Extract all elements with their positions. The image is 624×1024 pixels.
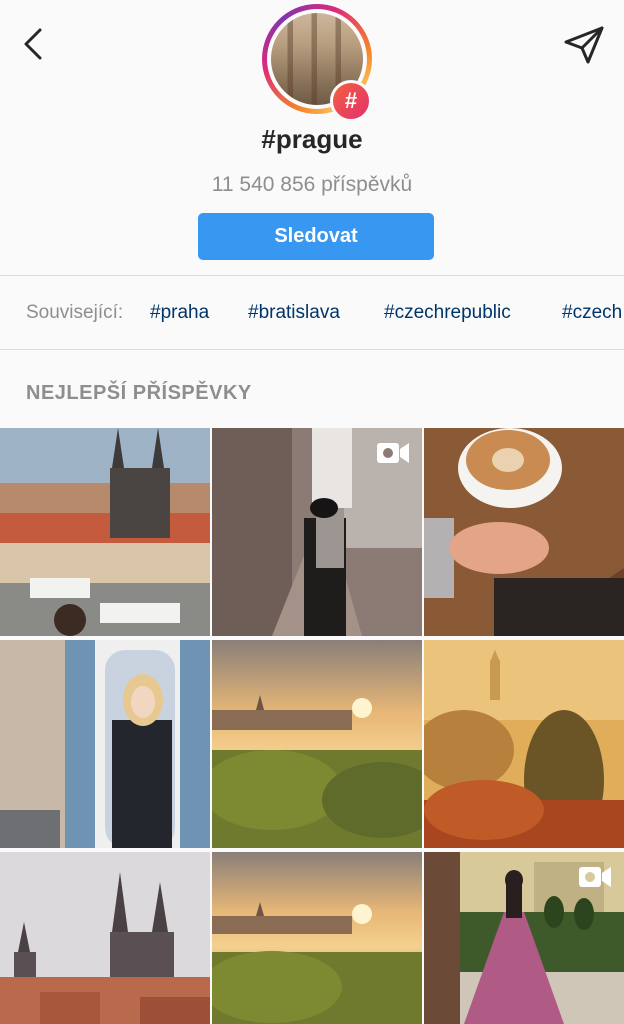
- send-button[interactable]: [560, 22, 608, 66]
- related-tag-czechrepublic[interactable]: #czechrepublic: [384, 302, 511, 324]
- post-image-striped-doorway: [0, 640, 210, 848]
- back-button[interactable]: [18, 24, 54, 64]
- related-tag-czech[interactable]: #czech: [562, 302, 622, 324]
- follow-button[interactable]: Sledovat: [198, 213, 434, 260]
- post-tile[interactable]: [0, 852, 210, 1024]
- post-tile[interactable]: [424, 852, 624, 1024]
- post-tile[interactable]: [424, 428, 624, 636]
- video-camera-icon: [579, 867, 611, 887]
- divider: [0, 349, 624, 350]
- hashtag-badge: #: [330, 80, 372, 122]
- related-tag-bratislava[interactable]: #bratislava: [248, 302, 340, 324]
- post-image-tyn-church-skyline: [0, 852, 210, 1024]
- post-tile[interactable]: [0, 640, 210, 848]
- back-arrow-icon: [24, 28, 42, 60]
- video-camera-icon: [377, 443, 409, 463]
- post-image-castle-sunrise-2: [212, 852, 422, 1024]
- post-tile[interactable]: [212, 640, 422, 848]
- related-label: Související:: [26, 302, 124, 323]
- divider: [0, 275, 624, 276]
- hashtag-title: #prague: [261, 124, 363, 154]
- post-image-old-town-square: [0, 428, 210, 636]
- post-tile[interactable]: [424, 640, 624, 848]
- post-image-misty-trees: [424, 640, 624, 848]
- post-image-latte: [424, 428, 624, 636]
- hashtag-header: # #prague 11 540 856 příspěvků Sledovat: [0, 0, 624, 275]
- post-tile[interactable]: [212, 428, 422, 636]
- post-tile[interactable]: [0, 428, 210, 636]
- paper-plane-icon: [564, 26, 604, 64]
- post-count: 11 540 856 příspěvků: [211, 173, 413, 196]
- related-tags-bar[interactable]: Související: #praha #bratislava #czechre…: [0, 277, 624, 349]
- post-image-castle-sunrise: [212, 640, 422, 848]
- top-posts-title: NEJLEPŠÍ PŘÍSPĚVKY: [26, 382, 252, 404]
- related-tag-praha[interactable]: #praha: [150, 302, 209, 324]
- post-tile[interactable]: [212, 852, 422, 1024]
